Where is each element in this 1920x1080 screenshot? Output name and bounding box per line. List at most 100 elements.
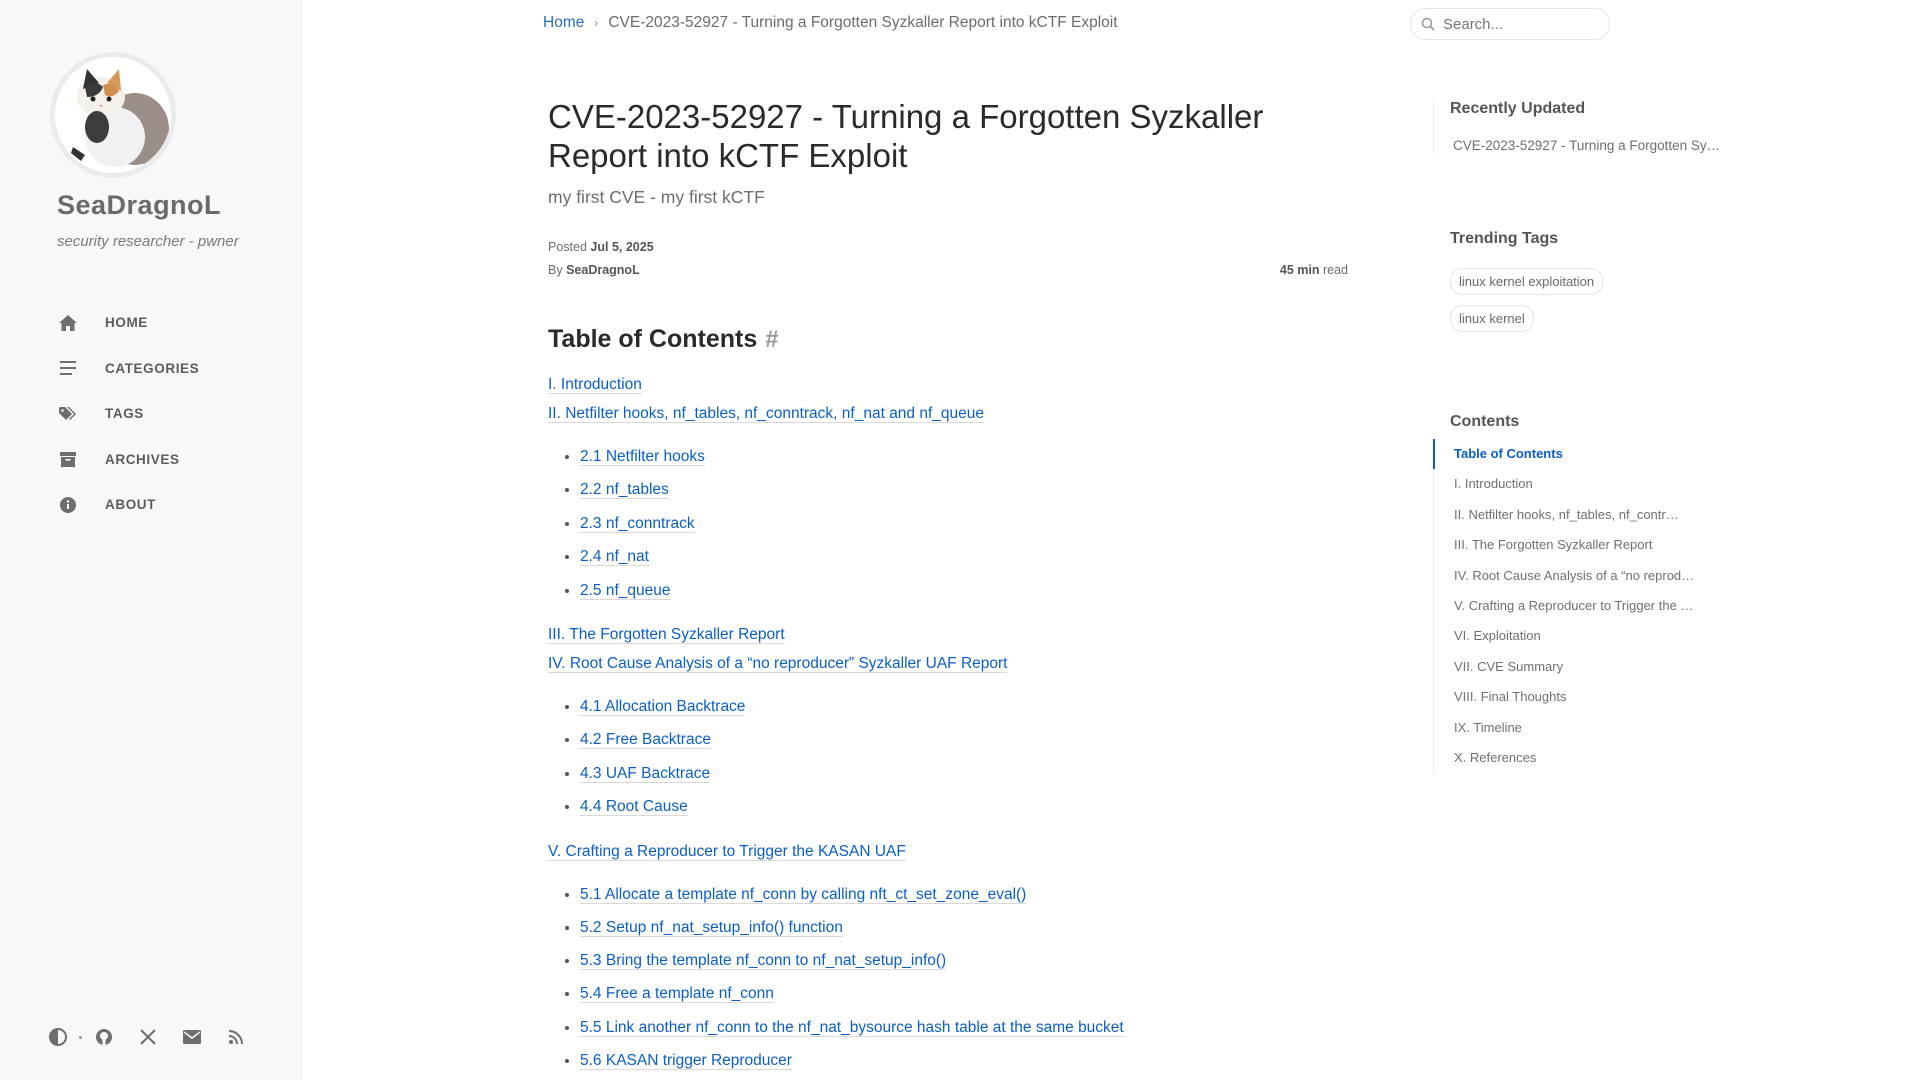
archive-icon — [57, 448, 79, 470]
toc-sublink[interactable]: 5.1 Allocate a template nf_conn by calli… — [580, 885, 1027, 904]
sidebar-item-label: ABOUT — [105, 497, 156, 513]
sidebar-item-archives[interactable]: ARCHIVES — [57, 437, 287, 483]
read-label: read — [1322, 263, 1348, 277]
contents-item-active[interactable]: Table of Contents — [1433, 439, 1683, 470]
cat-avatar-icon — [55, 57, 171, 173]
read-time: 45 min — [1279, 263, 1320, 277]
breadcrumb-home-link[interactable]: Home — [543, 14, 584, 32]
search-input[interactable] — [1443, 15, 1593, 33]
toc-sublink[interactable]: 2.3 nf_conntrack — [580, 514, 695, 533]
toc-sublink[interactable]: 5.5 Link another nf_conn to the nf_nat_b… — [580, 1018, 1124, 1037]
sidebar-item-about[interactable]: ABOUT — [57, 482, 287, 528]
posted-date: Jul 5, 2025 — [590, 240, 654, 254]
sidebar-item-categories[interactable]: CATEGORIES — [57, 346, 287, 392]
list-item: 2.3 nf_conntrack — [580, 514, 1368, 548]
contents-panel: Contents Table of Contents I. Introducti… — [1433, 413, 1704, 774]
list-item: 4.2 Free Backtrace — [580, 731, 1368, 764]
toc-sublink[interactable]: 2.2 nf_tables — [580, 481, 669, 500]
toc-section-link: V. Crafting a Reproducer to Trigger the … — [548, 842, 1368, 872]
x-twitter-icon[interactable] — [136, 1025, 160, 1049]
sidebar-bottom-links — [46, 1025, 268, 1049]
post-subtitle: my first CVE - my first kCTF — [548, 187, 765, 207]
by-label: By — [548, 263, 563, 277]
toc-sublink[interactable]: 2.5 nf_queue — [580, 581, 671, 600]
contents-item[interactable]: VIII. Final Thoughts — [1454, 682, 1704, 712]
list-item: 2.4 nf_nat — [580, 548, 1368, 581]
rss-icon[interactable] — [224, 1025, 248, 1049]
sidebar-item-label: HOME — [105, 315, 148, 331]
toc-sublink[interactable]: 2.1 Netfilter hooks — [580, 448, 705, 466]
search-box[interactable] — [1410, 8, 1610, 40]
toc-sublist: 5.1 Allocate a template nf_conn by calli… — [548, 885, 1368, 1080]
recently-updated-panel: Recently Updated CVE-2023-52927 - Turnin… — [1433, 100, 1720, 153]
list-item: 5.6 KASAN trigger Reproducer — [580, 1052, 1368, 1080]
toc-sublink[interactable]: 4.1 Allocation Backtrace — [580, 697, 746, 716]
contents-item[interactable]: II. Netfilter hooks, nf_tables, nf_contr… — [1454, 500, 1704, 530]
toc-sublink[interactable]: 5.2 Setup nf_nat_setup_info() function — [580, 918, 843, 937]
posted-label: Posted — [548, 240, 587, 254]
list-item: 4.4 Root Cause — [580, 798, 1368, 831]
list-item: 4.3 UAF Backtrace — [580, 764, 1368, 798]
toc-sublink[interactable]: 2.4 nf_nat — [580, 548, 649, 567]
info-icon — [57, 494, 79, 516]
list-item: 5.3 Bring the template nf_conn to nf_nat… — [580, 952, 1368, 985]
toc-sublink[interactable]: 4.3 UAF Backtrace — [580, 764, 711, 783]
post-meta: Posted Jul 5, 2025 By SeaDragnoL 45 min … — [548, 240, 1348, 286]
breadcrumb: Home › CVE-2023-52927 - Turning a Forgot… — [543, 14, 1118, 32]
contents-item[interactable]: VII. CVE Summary — [1454, 652, 1704, 682]
toc-section-link: IV. Root Cause Analysis of a “no reprodu… — [548, 654, 1368, 684]
sidebar-item-label: CATEGORIES — [105, 360, 200, 376]
contents-item[interactable]: X. References — [1454, 743, 1704, 773]
author-link[interactable]: SeaDragnoL — [566, 263, 640, 277]
toc-sublink[interactable]: 4.2 Free Backtrace — [580, 731, 711, 750]
contents-item[interactable]: IX. Timeline — [1454, 713, 1704, 743]
contents-item[interactable]: I. Introduction — [1454, 469, 1704, 499]
toc-link-introduction[interactable]: I. Introduction — [548, 376, 642, 394]
contents-title: Contents — [1450, 413, 1520, 430]
breadcrumb-separator: › — [594, 16, 599, 30]
github-icon[interactable] — [92, 1025, 116, 1049]
avatar[interactable] — [55, 57, 171, 173]
toc-link-syzkaller-report[interactable]: III. The Forgotten Syzkaller Report — [548, 625, 785, 644]
list-item: 2.2 nf_tables — [580, 481, 1368, 514]
toc-sublist: 2.1 Netfilter hooks 2.2 nf_tables 2.3 nf… — [548, 448, 1368, 615]
email-icon[interactable] — [180, 1025, 204, 1049]
site-title[interactable]: SeaDragnoL — [57, 190, 221, 221]
list-item: 5.2 Setup nf_nat_setup_info() function — [580, 918, 1368, 952]
toc-heading-text: Table of Contents — [548, 325, 758, 353]
anchor-hash-link[interactable]: # — [765, 326, 778, 354]
toc-link-reproducer[interactable]: V. Crafting a Reproducer to Trigger the … — [548, 842, 906, 861]
trending-tags-title: Trending Tags — [1450, 230, 1559, 247]
sidebar-item-tags[interactable]: TAGS — [57, 391, 287, 437]
toc-sublink[interactable]: 5.4 Free a template nf_conn — [580, 985, 774, 1004]
tag-link[interactable]: linux kernel exploitation — [1450, 268, 1604, 295]
breadcrumb-current: CVE-2023-52927 - Turning a Forgotten Syz… — [608, 14, 1118, 31]
list-item: 2.1 Netfilter hooks — [580, 448, 1368, 481]
toc-link-netfilter[interactable]: II. Netfilter hooks, nf_tables, nf_connt… — [548, 405, 985, 423]
contents-item[interactable]: V. Crafting a Reproducer to Trigger the … — [1454, 591, 1704, 621]
sidebar-item-home[interactable]: HOME — [57, 300, 287, 346]
toc-heading: Table of Contents # — [548, 325, 779, 354]
toc-sublink[interactable]: 5.6 KASAN trigger Reproducer — [580, 1052, 792, 1070]
sidebar-item-label: TAGS — [105, 406, 144, 422]
recently-updated-title: Recently Updated — [1450, 100, 1586, 117]
toc-section-link: I. Introduction — [548, 376, 1368, 405]
tag-link[interactable]: linux kernel — [1450, 305, 1534, 332]
toc-sublist: 4.1 Allocation Backtrace 4.2 Free Backtr… — [548, 697, 1368, 832]
toc-section-link: II. Netfilter hooks, nf_tables, nf_connt… — [548, 405, 1368, 434]
sidebar: SeaDragnoL security researcher - pwner H… — [0, 0, 302, 1080]
contents-item[interactable]: IV. Root Cause Analysis of a “no reprod… — [1454, 561, 1704, 591]
toc-section-link: III. The Forgotten Syzkaller Report — [548, 625, 1368, 655]
contents-item[interactable]: III. The Forgotten Syzkaller Report — [1454, 530, 1704, 560]
theme-toggle-icon[interactable] — [46, 1025, 70, 1049]
home-icon — [57, 312, 79, 334]
toc-link-root-cause[interactable]: IV. Root Cause Analysis of a “no reprodu… — [548, 654, 1008, 673]
list-icon — [57, 357, 79, 379]
list-item: 5.1 Allocate a template nf_conn by calli… — [580, 885, 1368, 919]
toc-sublink[interactable]: 5.3 Bring the template nf_conn to nf_nat… — [580, 952, 947, 971]
list-item: 2.5 nf_queue — [580, 581, 1368, 615]
contents-item[interactable]: VI. Exploitation — [1454, 621, 1704, 651]
toc-sublink[interactable]: 4.4 Root Cause — [580, 798, 688, 817]
post-title: CVE-2023-52927 - Turning a Forgotten Syz… — [548, 98, 1264, 174]
recent-post-link[interactable]: CVE-2023-52927 - Turning a Forgotten Sy… — [1450, 138, 1720, 153]
